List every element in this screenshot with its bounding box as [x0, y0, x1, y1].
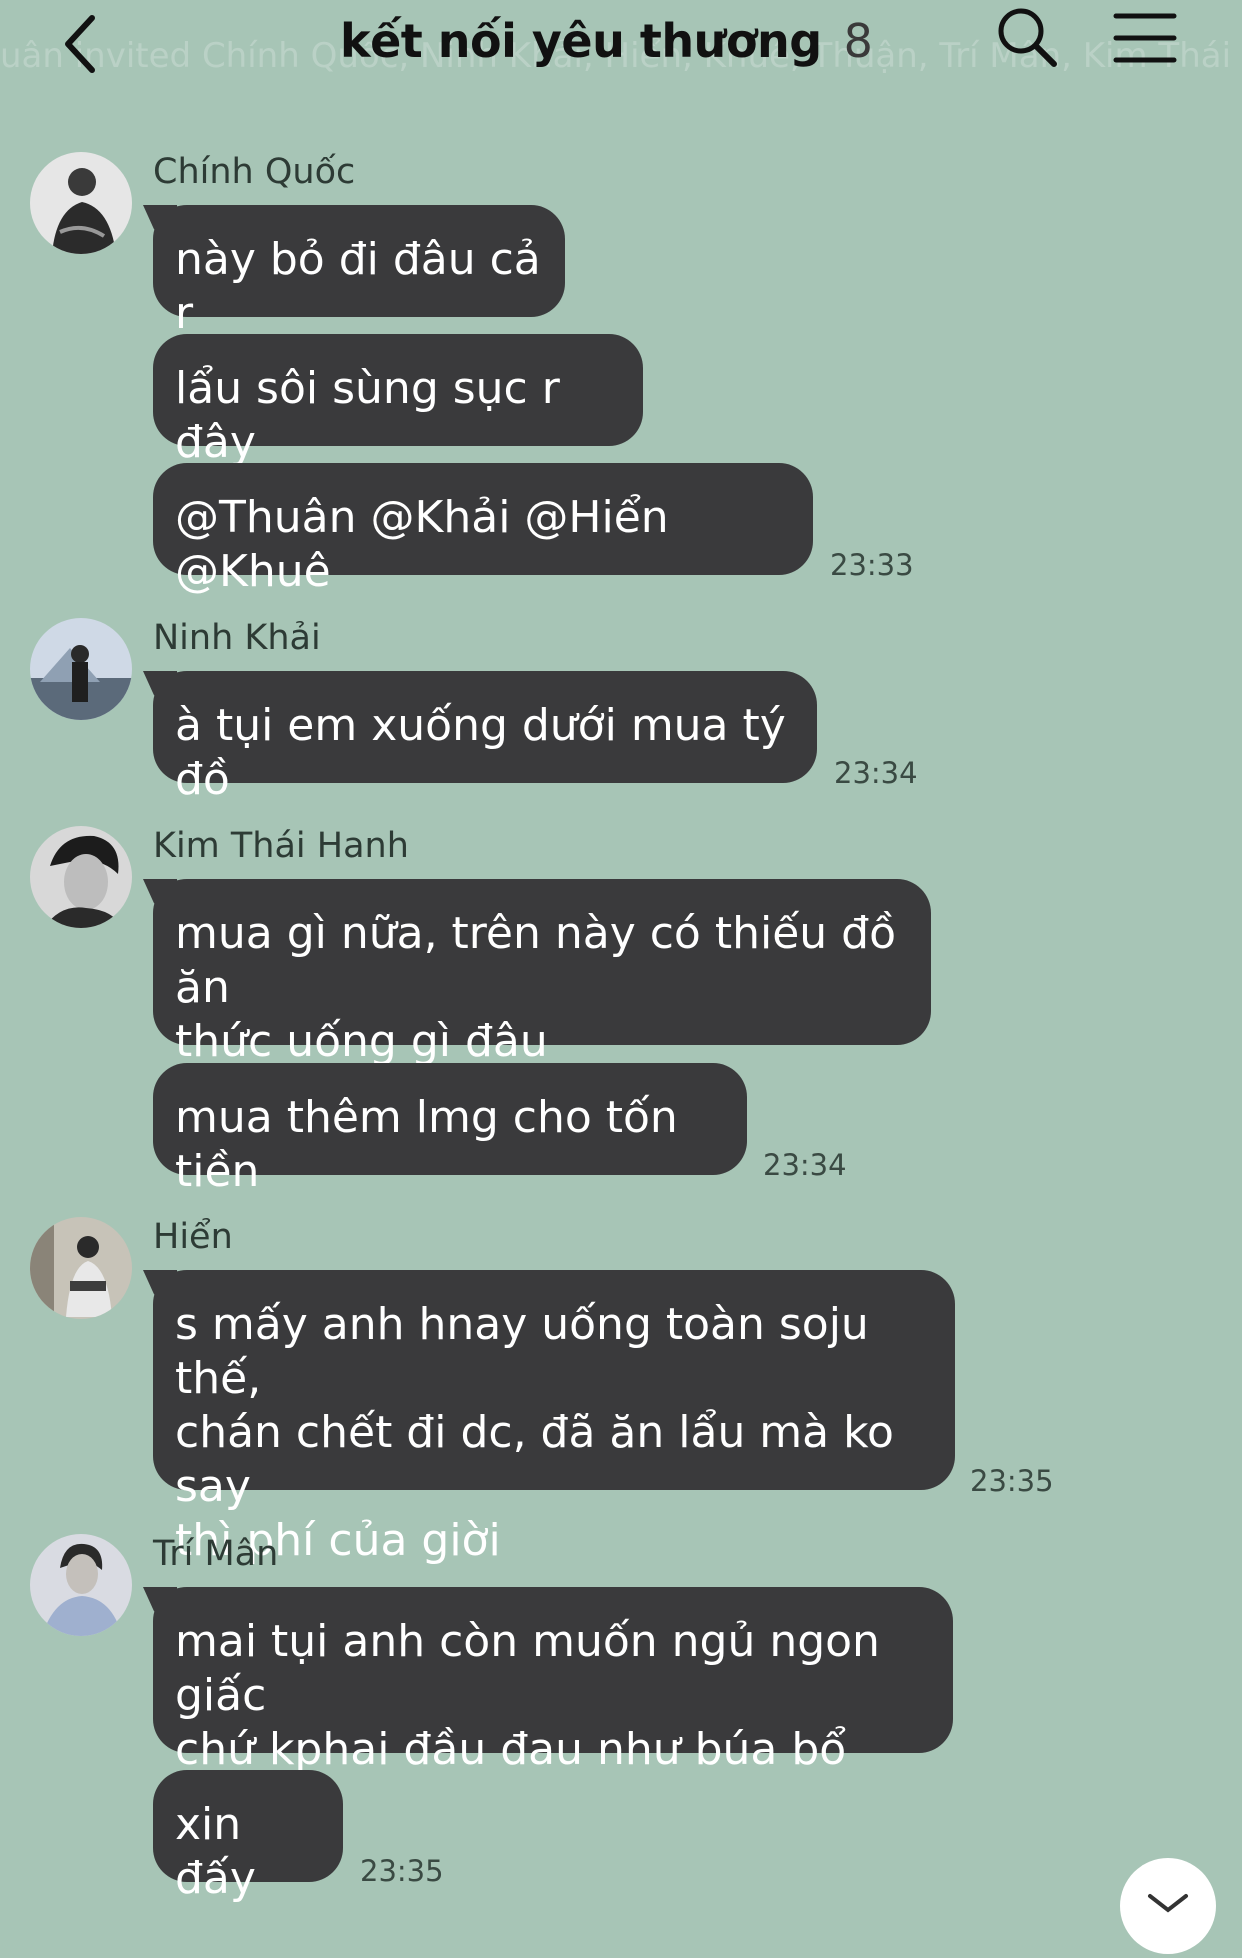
back-button[interactable]	[52, 6, 112, 76]
avatar-photo-kim-thai-hanh	[30, 826, 132, 928]
message-bubble[interactable]: này bỏ đi đâu cả r	[153, 205, 565, 339]
message-bubble[interactable]: mua thêm lmg cho tốn tiền	[153, 1063, 747, 1197]
message-timestamp: 23:35	[970, 1464, 1054, 1498]
avatar[interactable]	[30, 1217, 132, 1319]
message-bubble[interactable]: @Thuân @Khải @Hiển @Khuê	[153, 463, 813, 597]
message-timestamp: 23:35	[360, 1854, 444, 1888]
chat-title-area[interactable]: kết nối yêu thương 8	[340, 6, 873, 76]
sender-name: Kim Thái Hanh	[153, 826, 409, 866]
chevron-down-icon	[1148, 1894, 1188, 1913]
avatar-photo-chinh-quoc	[30, 152, 132, 254]
message-bubble[interactable]: s mấy anh hnay uống toàn soju thế, chán …	[153, 1270, 955, 1566]
sender-name: Trí Mân	[153, 1534, 279, 1574]
avatar-photo-tri-man	[30, 1534, 132, 1636]
menu-button[interactable]	[1112, 6, 1178, 72]
chat-header: uân invited Chính Quốc, Ninh Khải, Hiển,…	[0, 0, 1242, 110]
search-button[interactable]	[994, 4, 1060, 70]
message-timestamp: 23:33	[830, 548, 914, 582]
message-bubble[interactable]: mai tụi anh còn muốn ngủ ngon giấc chứ k…	[153, 1587, 953, 1775]
avatar[interactable]	[30, 618, 132, 720]
avatar[interactable]	[30, 152, 132, 254]
message-bubble[interactable]: mua gì nữa, trên này có thiếu đồ ăn thức…	[153, 879, 931, 1067]
sender-name: Hiển	[153, 1217, 233, 1257]
sender-name: Chính Quốc	[153, 152, 356, 192]
message-bubble[interactable]: à tụi em xuống dưới mua tý đồ	[153, 671, 817, 805]
chat-title: kết nối yêu thương	[340, 14, 822, 68]
member-count: 8	[843, 14, 873, 68]
avatar[interactable]	[30, 1534, 132, 1636]
hamburger-menu-icon	[1113, 13, 1177, 63]
sender-name: Ninh Khải	[153, 618, 321, 658]
search-icon	[998, 8, 1057, 67]
chevron-left-icon	[65, 15, 95, 73]
message-bubble[interactable]: lẩu sôi sùng sục r đây	[153, 334, 643, 468]
message-timestamp: 23:34	[834, 756, 918, 790]
message-bubble[interactable]: xin đấy	[153, 1770, 343, 1904]
avatar[interactable]	[30, 826, 132, 928]
avatar-photo-ninh-khai	[30, 618, 132, 720]
message-timestamp: 23:34	[763, 1148, 847, 1182]
avatar-photo-hien	[30, 1217, 132, 1319]
scroll-to-bottom-button[interactable]	[1120, 1858, 1216, 1954]
